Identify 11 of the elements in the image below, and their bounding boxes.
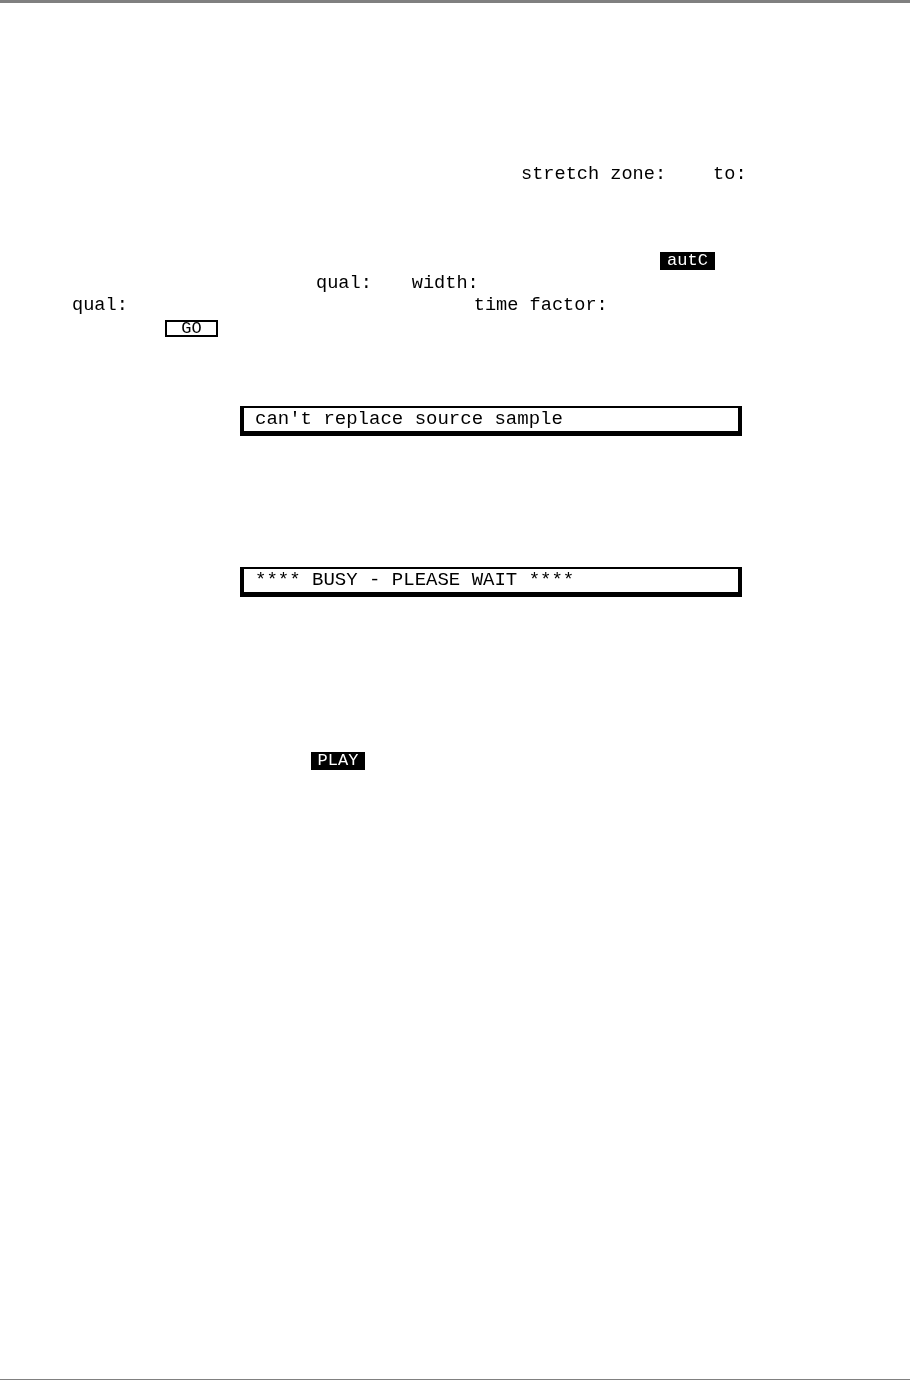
status-message: can't replace source sample <box>240 406 742 436</box>
quality-label: qual: <box>72 297 128 315</box>
status-message: **** BUSY - PLEASE WAIT **** <box>240 567 742 597</box>
play-button[interactable]: PLAY <box>311 752 365 770</box>
time-factor-label: time factor: <box>473 297 608 315</box>
go-button[interactable]: GO <box>165 320 218 337</box>
stretch-zone-label: stretch zone: <box>521 166 667 184</box>
auto-button[interactable]: autC <box>660 252 715 270</box>
quality-label: qual: <box>316 275 372 293</box>
width-label: width: <box>411 275 479 293</box>
to-label: to: <box>713 166 747 184</box>
